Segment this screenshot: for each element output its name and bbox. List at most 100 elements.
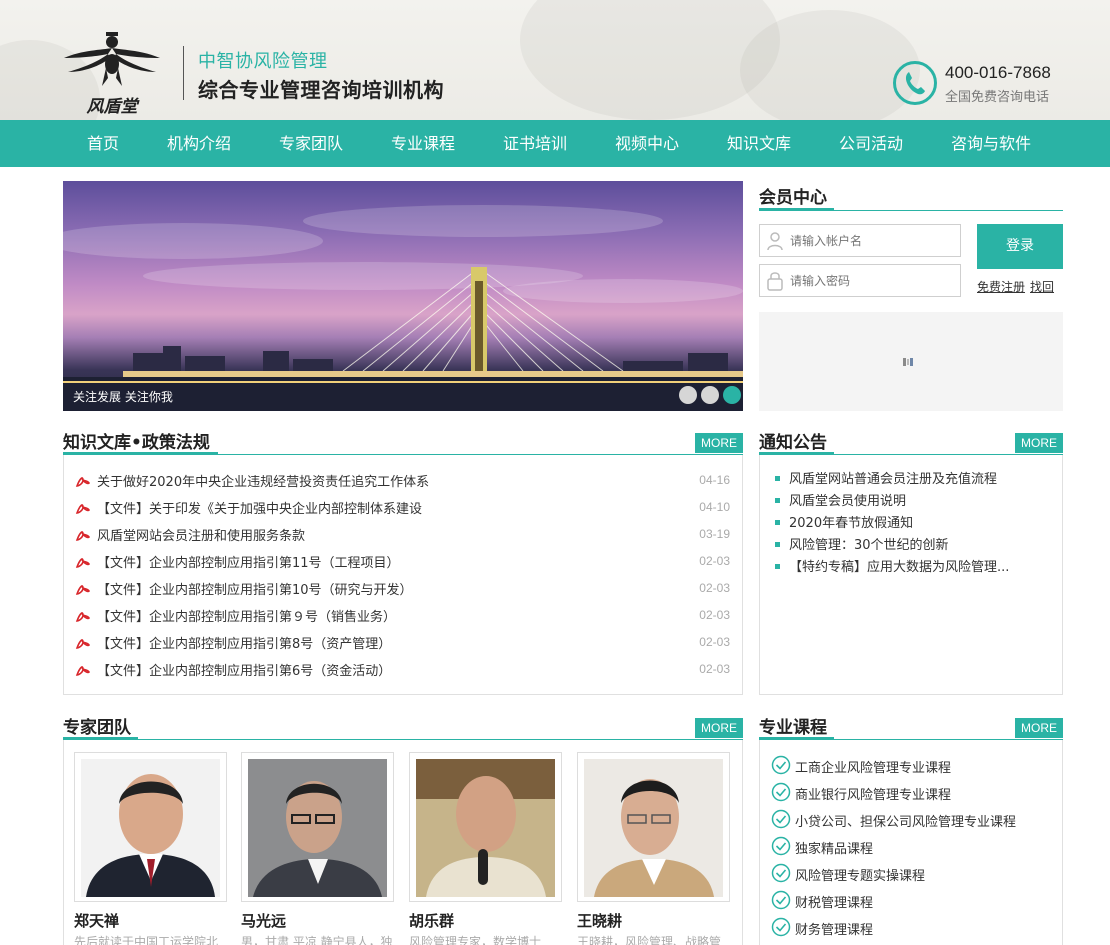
nav-item-events[interactable]: 公司活动 (839, 120, 903, 167)
slide-dot-3[interactable] (723, 386, 741, 404)
pdf-file-icon (75, 612, 90, 622)
knowledge-item-date: 04-16 (699, 473, 730, 487)
courses-title: 专业课程 (759, 718, 827, 738)
knowledge-list-item[interactable]: 【文件】企业内部控制应用指引第6号（资金活动） 02-03 (75, 660, 730, 680)
expert-desc: 风险管理专家，数学博士 (409, 935, 542, 945)
courses-more-button[interactable]: MORE (1015, 718, 1063, 738)
password-input[interactable] (790, 265, 958, 296)
knowledge-more-button[interactable]: MORE (695, 433, 743, 453)
notice-list-item[interactable]: 风盾堂会员使用说明 (775, 490, 1055, 510)
course-list-item[interactable]: 财税管理课程 (771, 890, 1061, 912)
course-list-item[interactable]: 商业银行风险管理专业课程 (771, 782, 1061, 804)
logo-emblem-icon: 风盾堂 (64, 32, 160, 117)
notice-title: 通知公告 (759, 433, 827, 453)
knowledge-list-item[interactable]: 【文件】企业内部控制应用指引第11号（工程项目） 02-03 (75, 552, 730, 572)
course-list-item[interactable]: 小贷公司、担保公司风险管理专业课程 (771, 809, 1061, 831)
course-item-title: 小贷公司、担保公司风险管理专业课程 (795, 815, 1017, 830)
pdf-file-icon (75, 531, 90, 541)
knowledge-list-item[interactable]: 风盾堂网站会员注册和使用服务条款 03-19 (75, 525, 730, 545)
check-circle-icon (771, 917, 791, 937)
expert-desc: 先后就读于中国工运学院北 (74, 935, 219, 945)
expert-portrait-icon (81, 759, 220, 897)
knowledge-item-date: 04-10 (699, 500, 730, 514)
banner-caption: 关注发展 关注你我 (73, 390, 173, 404)
expert-photo (81, 759, 220, 897)
knowledge-item-date: 02-03 (699, 608, 730, 622)
expert-name[interactable]: 胡乐群 (409, 910, 454, 931)
password-field[interactable] (759, 264, 961, 297)
login-button[interactable]: 登录 (977, 224, 1063, 269)
knowledge-list-item[interactable]: 【文件】关于印发《关于加强中央企业内部控制体系建设 04-10 (75, 498, 730, 518)
experts-more-button[interactable]: MORE (695, 718, 743, 738)
knowledge-list-item[interactable]: 【文件】企业内部控制应用指引第９号（销售业务） 02-03 (75, 606, 730, 626)
expert-name[interactable]: 马光远 (241, 910, 286, 931)
check-circle-icon (771, 863, 791, 883)
knowledge-item-title: 【文件】企业内部控制应用指引第6号（资金活动） (97, 664, 392, 679)
knowledge-item-date: 02-03 (699, 662, 730, 676)
course-list-item[interactable]: 风险管理专题实操课程 (771, 863, 1061, 885)
register-link[interactable]: 免费注册 (977, 278, 1025, 295)
course-item-title: 独家精品课程 (795, 842, 874, 857)
notice-list-item[interactable]: 2020年春节放假通知 (775, 512, 1055, 532)
hero-banner[interactable]: 关注发展 关注你我 (63, 181, 743, 411)
knowledge-list-item[interactable]: 【文件】企业内部控制应用指引第10号（研究与开发） 02-03 (75, 579, 730, 599)
nav-item-certificates[interactable]: 证书培训 (503, 120, 567, 167)
slide-dot-2[interactable] (701, 386, 719, 404)
nav-item-experts[interactable]: 专家团队 (279, 120, 343, 167)
site-logo[interactable]: 风盾堂 (62, 28, 162, 118)
pdf-file-icon (75, 504, 90, 514)
nav-item-about[interactable]: 机构介绍 (167, 120, 231, 167)
expert-name[interactable]: 郑天禅 (74, 910, 119, 931)
knowledge-item-date: 02-03 (699, 635, 730, 649)
expert-portrait-icon (416, 759, 555, 897)
knowledge-item-title: 【文件】企业内部控制应用指引第8号（资产管理） (97, 637, 392, 652)
course-list-item[interactable]: 财务管理课程 (771, 917, 1061, 939)
expert-card[interactable] (409, 752, 562, 902)
hotline-caption: 全国免费咨询电话 (945, 90, 1050, 105)
knowledge-item-date: 02-03 (699, 554, 730, 568)
main-nav: 首页 机构介绍 专家团队 专业课程 证书培训 视频中心 知识文库 公司活动 咨询… (0, 120, 1110, 167)
slide-dot-1[interactable] (679, 386, 697, 404)
expert-card[interactable] (241, 752, 394, 902)
knowledge-list-item[interactable]: 【文件】企业内部控制应用指引第8号（资产管理） 02-03 (75, 633, 730, 653)
notice-item-title: 【特约专稿】应用大数据为风险管理... (789, 560, 1010, 575)
recover-link[interactable]: 找回 (1030, 278, 1054, 295)
notice-list-item[interactable]: 风险管理：30个世纪的创新 (775, 534, 1055, 554)
course-item-title: 风险管理专题实操课程 (795, 869, 926, 884)
member-center-underline (759, 208, 834, 211)
expert-name[interactable]: 王晓耕 (577, 910, 622, 931)
site-header: 风盾堂 中智协风险管理 综合专业管理咨询培训机构 400-016-7868 全国… (0, 0, 1110, 120)
expert-card[interactable] (577, 752, 730, 902)
expert-desc: 王晓耕，风险管理、战略管 (577, 935, 722, 945)
expert-photo (416, 759, 555, 897)
brand-title: 综合专业管理咨询培训机构 (198, 78, 444, 102)
course-list-item[interactable]: 独家精品课程 (771, 836, 1061, 858)
header-divider (183, 46, 184, 100)
expert-portrait-icon (584, 759, 723, 897)
course-item-title: 财务管理课程 (795, 923, 874, 938)
pdf-file-icon (75, 477, 90, 487)
notice-more-button[interactable]: MORE (1015, 433, 1063, 453)
experts-title: 专家团队 (63, 718, 131, 738)
expert-portrait-icon (248, 759, 387, 897)
expert-photo (584, 759, 723, 897)
pdf-file-icon (75, 558, 90, 568)
course-list-item[interactable]: 工商企业风险管理专业课程 (771, 755, 1061, 777)
notice-list-item[interactable]: 风盾堂网站普通会员注册及充值流程 (775, 468, 1055, 488)
check-circle-icon (771, 782, 791, 802)
knowledge-item-title: 关于做好2020年中央企业违规经营投资责任追究工作体系 (97, 475, 430, 490)
account-input[interactable] (790, 225, 958, 256)
notice-list-item[interactable]: 【特约专稿】应用大数据为风险管理... (775, 556, 1055, 576)
nav-item-consulting[interactable]: 咨询与软件 (951, 120, 1031, 167)
bullet-icon (775, 542, 780, 547)
knowledge-list-item[interactable]: 关于做好2020年中央企业违规经营投资责任追究工作体系 04-16 (75, 471, 730, 491)
account-field[interactable] (759, 224, 961, 257)
bullet-icon (775, 520, 780, 525)
expert-card[interactable] (74, 752, 227, 902)
nav-item-home[interactable]: 首页 (87, 120, 119, 167)
hotline-number[interactable]: 400-016-7868 (945, 63, 1051, 83)
nav-item-videos[interactable]: 视频中心 (615, 120, 679, 167)
nav-item-library[interactable]: 知识文库 (727, 120, 791, 167)
knowledge-item-title: 风盾堂网站会员注册和使用服务条款 (97, 529, 306, 544)
nav-item-courses[interactable]: 专业课程 (391, 120, 455, 167)
